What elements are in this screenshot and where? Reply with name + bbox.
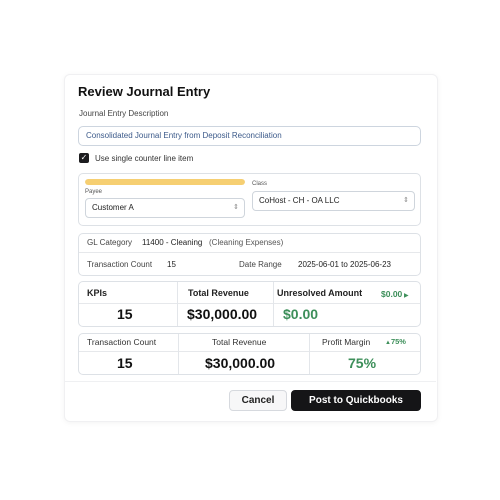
payee-progress-fill <box>85 179 245 185</box>
kpi2-divider <box>79 351 420 352</box>
kpi2-col-divider <box>309 334 310 374</box>
payee-progress-bar <box>85 179 245 185</box>
kpi2-txn-count-label: Transaction Count <box>87 337 157 347</box>
kpis-value: 15 <box>117 306 133 322</box>
kpi2-txn-count-value: 15 <box>117 355 133 371</box>
total-revenue-label: Total Revenue <box>188 288 249 298</box>
select-chevron-icon: ⇕ <box>403 197 409 204</box>
select-chevron-icon: ⇕ <box>233 204 239 211</box>
check-icon: ✓ <box>80 153 88 162</box>
gl-category-label: GL Category <box>87 238 133 247</box>
gl-date-range-value: 2025-06-01 to 2025-06-23 <box>298 260 391 269</box>
kpi2-total-revenue-value: $30,000.00 <box>205 355 276 371</box>
footer-divider <box>64 381 436 382</box>
profit-margin-delta: ▲75% <box>385 337 406 346</box>
kpi2-total-revenue-label: Total Revenue <box>212 337 267 347</box>
kpi2-col-divider <box>178 334 179 374</box>
dialog-title: Review Journal Entry <box>78 84 211 99</box>
class-select-value: CoHost - CH - OA LLC <box>259 196 340 205</box>
description-label: Journal Entry Description <box>79 109 169 118</box>
kpi-col-divider <box>177 282 178 326</box>
gl-divider <box>79 252 420 253</box>
total-revenue-value: $30,000.00 <box>187 306 258 322</box>
single-counter-label: Use single counter line item <box>95 154 194 163</box>
post-to-quickbooks-button[interactable]: Post to Quickbooks <box>291 390 421 411</box>
class-select[interactable]: CoHost - CH - OA LLC ⇕ <box>252 191 415 211</box>
gl-txn-count-label: Transaction Count <box>87 260 153 269</box>
payee-select-value: Customer A <box>92 203 134 212</box>
kpi2-profit-margin-value: 75% <box>348 355 377 371</box>
unresolved-badge: $0.00 ▶ <box>381 289 409 299</box>
gl-txn-count-value: 15 <box>167 260 176 269</box>
kpi-divider <box>79 303 420 304</box>
cancel-button[interactable]: Cancel <box>229 390 287 411</box>
triangle-right-icon: ▶ <box>402 293 409 299</box>
gl-category-desc: (Cleaning Expenses) <box>209 238 284 247</box>
unresolved-amount-value: $0.00 <box>283 306 319 322</box>
class-label: Class <box>252 181 268 187</box>
kpi2-profit-margin-label: Profit Margin <box>322 337 371 347</box>
payee-select[interactable]: Customer A ⇕ <box>85 198 245 218</box>
single-counter-checkbox[interactable]: ✓ <box>79 153 89 163</box>
kpis-label: KPIs <box>87 288 108 298</box>
gl-date-range-label: Date Range <box>239 260 282 269</box>
kpi-col-divider <box>273 282 274 326</box>
payee-label: Payee <box>85 189 103 195</box>
unresolved-amount-label: Unresolved Amount <box>277 288 363 298</box>
gl-category-code: 11400 - Cleaning <box>142 238 203 247</box>
description-input[interactable]: Consolidated Journal Entry from Deposit … <box>78 126 421 146</box>
